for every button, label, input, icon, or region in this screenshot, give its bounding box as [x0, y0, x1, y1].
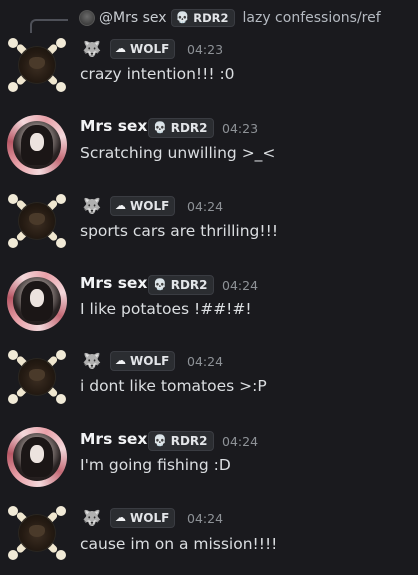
wolf-icon: 🐺 [82, 352, 102, 370]
author-name[interactable]: Mrs sex [80, 430, 147, 448]
reply-text[interactable]: lazy confessions/ref [243, 10, 381, 26]
message: Mrs sex 💀 RDR2 04:24 I'm going fishing :… [0, 425, 418, 491]
user-avatar[interactable] [6, 190, 68, 252]
bone-end [8, 194, 18, 204]
message-text: sports cars are thrilling!!! [80, 222, 279, 240]
timestamp: 04:24 [187, 511, 224, 526]
wolf-tag[interactable]: ☁ WOLF [110, 351, 176, 371]
skull-icon: 💀 [153, 121, 167, 134]
bone-end [8, 394, 18, 404]
bone-end [8, 350, 18, 360]
timestamp: 04:24 [222, 434, 259, 449]
user-avatar[interactable] [6, 502, 68, 564]
bone-end [8, 506, 18, 516]
bone-end [56, 350, 66, 360]
timestamp: 04:24 [222, 278, 259, 293]
user-avatar[interactable] [7, 115, 67, 175]
message: 🐺 ☁ WOLF 04:24 cause im on a mission!!!! [0, 502, 418, 568]
wolf-tag-icon: ☁ [115, 354, 126, 367]
wolf-tag-icon: ☁ [115, 199, 126, 212]
message: 🐺 ☁ WOLF 04:23 crazy intention!!! :0 [0, 34, 418, 100]
wolf-portrait [19, 203, 55, 239]
wolf-icon: 🐺 [82, 40, 102, 58]
bone-end [56, 550, 66, 560]
message: 🐺 ☁ WOLF 04:24 sports cars are thrilling… [0, 190, 418, 256]
reply-spine [30, 19, 68, 33]
wolf-portrait [19, 515, 55, 551]
message-text: Scratching unwilling >_< [80, 144, 276, 162]
message-text: I'm going fishing :D [80, 456, 231, 474]
wolf-portrait [19, 359, 55, 395]
bone-end [56, 82, 66, 92]
reply-author-tag-label: RDR2 [193, 11, 229, 25]
reply-author-tag: 💀 RDR2 [170, 9, 235, 27]
wolf-portrait [19, 47, 55, 83]
wolf-icon: 🐺 [82, 509, 102, 527]
wolf-tag[interactable]: ☁ WOLF [110, 196, 176, 216]
tag-label: WOLF [130, 42, 170, 56]
bone-end [8, 82, 18, 92]
reply-author[interactable]: @Mrs sex [99, 10, 167, 26]
rdr2-tag[interactable]: 💀 RDR2 [148, 118, 214, 138]
bone-end [8, 38, 18, 48]
skull-icon: 💀 [153, 434, 167, 447]
author-name[interactable]: Mrs sex [80, 274, 147, 292]
timestamp: 04:23 [222, 121, 259, 136]
tag-label: WOLF [130, 511, 170, 525]
user-avatar[interactable] [6, 346, 68, 408]
message-text: I like potatoes !##!#! [80, 300, 252, 318]
message-text: crazy intention!!! :0 [80, 65, 235, 83]
user-avatar[interactable] [7, 271, 67, 331]
message: Mrs sex 💀 RDR2 04:24 I like potatoes !##… [0, 269, 418, 335]
wolf-tag-icon: ☁ [115, 42, 126, 55]
rdr2-tag[interactable]: 💀 RDR2 [148, 431, 214, 451]
timestamp: 04:23 [187, 42, 224, 57]
timestamp: 04:24 [187, 354, 224, 369]
author-name[interactable]: Mrs sex [80, 117, 147, 135]
user-avatar[interactable] [7, 427, 67, 487]
message-text: cause im on a mission!!!! [80, 535, 278, 553]
bone-end [8, 238, 18, 248]
wolf-tag[interactable]: ☁ WOLF [110, 39, 176, 59]
wolf-tag[interactable]: ☁ WOLF [110, 508, 176, 528]
bone-end [56, 394, 66, 404]
bone-end [56, 238, 66, 248]
message-text: i dont like tomatoes >:P [80, 377, 267, 395]
user-avatar[interactable] [6, 34, 68, 96]
skull-icon: 💀 [175, 11, 190, 24]
message: Mrs sex 💀 RDR2 04:23 Scratching unwillin… [0, 112, 418, 178]
skull-icon: 💀 [153, 278, 167, 291]
reply-preview[interactable]: @Mrs sex 💀 RDR2 lazy confessions/ref [79, 9, 381, 27]
timestamp: 04:24 [187, 199, 224, 214]
tag-label: RDR2 [170, 278, 208, 292]
tag-label: WOLF [130, 354, 170, 368]
bone-end [56, 506, 66, 516]
bone-end [56, 194, 66, 204]
rdr2-tag[interactable]: 💀 RDR2 [148, 275, 214, 295]
reply-avatar [79, 10, 95, 26]
chat-log: @Mrs sex 💀 RDR2 lazy confessions/ref 🐺 ☁… [0, 0, 418, 575]
bone-end [56, 38, 66, 48]
wolf-icon: 🐺 [82, 197, 102, 215]
wolf-tag-icon: ☁ [115, 511, 126, 524]
message: 🐺 ☁ WOLF 04:24 i dont like tomatoes >:P [0, 346, 418, 412]
tag-label: RDR2 [170, 434, 208, 448]
bone-end [8, 550, 18, 560]
tag-label: WOLF [130, 199, 170, 213]
tag-label: RDR2 [170, 121, 208, 135]
